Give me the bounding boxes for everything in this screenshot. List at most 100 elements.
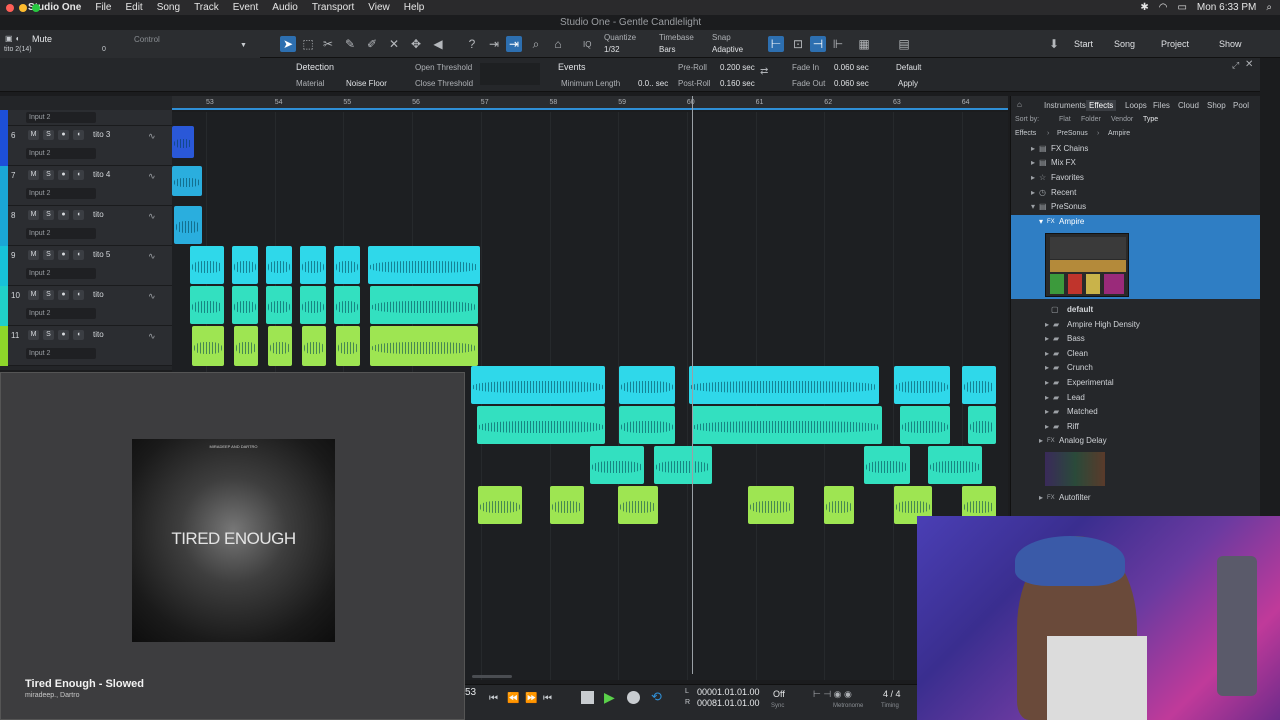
snap-cursor-icon[interactable]: ⊣ (810, 36, 826, 52)
metronome-icons[interactable]: ⊢ ⊣ ◉ ◉ (813, 689, 852, 700)
solo-button[interactable]: S (43, 170, 54, 180)
track-input[interactable]: Input 2 (26, 308, 96, 319)
audio-event[interactable] (692, 406, 882, 444)
track-input[interactable]: Input 2 (26, 188, 96, 199)
audio-event[interactable] (234, 326, 258, 366)
fast-forward-icon[interactable]: ⏩ (525, 693, 537, 704)
iq-label[interactable]: IQ (583, 40, 591, 49)
waveform-icon[interactable]: ∿ (148, 171, 156, 182)
sync-value[interactable]: Off (773, 689, 785, 699)
menu-transport[interactable]: Transport (312, 2, 354, 13)
menu-audio[interactable]: Audio (272, 2, 298, 13)
preset-folder-experimental[interactable]: ▸ ▰ Experimental (1011, 376, 1261, 390)
solo-button[interactable]: S (43, 130, 54, 140)
track-input[interactable]: Input 2 (26, 112, 96, 123)
fade-out-field[interactable]: 0.060 sec (834, 79, 869, 88)
minimize-window-icon[interactable] (19, 4, 27, 12)
mute-button[interactable]: M (28, 250, 39, 260)
pre-roll-field[interactable]: 0.200 sec (720, 63, 755, 72)
preset-folder-ampire-high-density[interactable]: ▸ ▰ Ampire High Density (1011, 318, 1261, 332)
track-name[interactable]: tito (93, 210, 104, 219)
browser-item-recent[interactable]: ▸ ◷ Recent (1011, 186, 1261, 200)
audio-event[interactable] (192, 326, 224, 366)
stop-icon[interactable] (581, 691, 594, 704)
solo-button[interactable]: S (43, 290, 54, 300)
audio-event[interactable] (174, 206, 202, 244)
track-header[interactable]: 11 M S ● ◖ tito ∿ Input 2 (0, 326, 172, 366)
solo-button[interactable]: S (43, 330, 54, 340)
browser-item-ampire[interactable]: ▾ FX Ampire (1011, 215, 1261, 299)
audio-event[interactable] (172, 166, 202, 196)
audio-event[interactable] (334, 246, 360, 284)
snap-grid-icon[interactable]: ⊢ (768, 36, 784, 52)
quantize-select[interactable]: 1/32 (604, 45, 620, 54)
listen-tool-icon[interactable]: ◀ (430, 36, 446, 52)
loop-start-time[interactable]: 00001.01.01.00 (697, 687, 760, 697)
loop-end-time[interactable]: 00081.01.01.00 (697, 698, 760, 708)
tab-loops[interactable]: Loops (1122, 100, 1150, 111)
tab-effects[interactable]: Effects (1086, 100, 1117, 111)
audio-event[interactable] (302, 326, 326, 366)
audio-event[interactable] (370, 326, 478, 366)
menu-help[interactable]: Help (404, 2, 425, 13)
zoom-icon[interactable]: ⌕ (528, 36, 544, 52)
audio-event[interactable] (334, 286, 360, 324)
battery-icon[interactable]: ▭ (1177, 2, 1186, 13)
pointer-icon[interactable]: ⌂ (550, 36, 566, 52)
audio-event[interactable] (300, 286, 326, 324)
search-icon[interactable]: ⌕ (1266, 2, 1272, 13)
track-header[interactable]: 9 M S ● ◖ tito 5 ∿ Input 2 (0, 246, 172, 286)
track-input[interactable]: Input 2 (26, 228, 96, 239)
save-icon[interactable]: ▤ (896, 36, 912, 52)
material-select[interactable]: Noise Floor (346, 79, 387, 88)
song-button[interactable]: Song (1114, 39, 1135, 49)
audio-event[interactable] (550, 486, 584, 524)
apply-button[interactable]: Apply (898, 79, 918, 88)
track-header[interactable]: 10 M S ● ◖ tito ∿ Input 2 (0, 286, 172, 326)
audio-event[interactable] (471, 366, 605, 404)
audio-event[interactable] (266, 246, 292, 284)
preset-select[interactable]: Default (896, 63, 921, 72)
time-signature[interactable]: 4 / 4 (883, 689, 901, 699)
monitor-icon[interactable]: ◖ (73, 130, 84, 140)
timeline-ruler[interactable]: 53 54 55 56 57 58 59 60 61 62 63 64 (172, 96, 1008, 110)
monitor-icon[interactable]: ◖ (73, 210, 84, 220)
pencil-tool-icon[interactable]: ✎ (342, 36, 358, 52)
monitor-icon[interactable]: ◖ (73, 250, 84, 260)
track-header[interactable]: 7 M S ● ◖ tito 4 ∿ Input 2 (0, 166, 172, 206)
sort-folder[interactable]: Folder (1081, 116, 1101, 123)
tab-instruments[interactable]: Instruments (1041, 100, 1089, 111)
bluetooth-icon[interactable]: ✱ (1140, 2, 1148, 13)
record-arm-icon[interactable]: ● (58, 250, 69, 260)
loop-back-icon[interactable]: ⏮ (489, 693, 498, 704)
tab-cloud[interactable]: Cloud (1175, 100, 1202, 111)
audio-event[interactable] (478, 486, 522, 524)
audio-event[interactable] (900, 406, 950, 444)
chevron-down-icon[interactable]: ▼ (240, 42, 247, 49)
audio-event[interactable] (336, 326, 360, 366)
preset-folder-clean[interactable]: ▸ ▰ Clean (1011, 347, 1261, 361)
audio-event[interactable] (619, 406, 675, 444)
waveform-icon[interactable]: ∿ (148, 251, 156, 262)
breadcrumb-presonus[interactable]: PreSonus (1057, 130, 1088, 137)
menu-edit[interactable]: Edit (125, 2, 142, 13)
audio-event[interactable] (268, 326, 292, 366)
menu-event[interactable]: Event (233, 2, 259, 13)
preset-folder-lead[interactable]: ▸ ▰ Lead (1011, 391, 1261, 405)
wifi-icon[interactable]: ◠ (1159, 2, 1168, 13)
sort-type[interactable]: Type (1143, 116, 1158, 123)
audio-event[interactable] (824, 486, 854, 524)
preset-default[interactable]: ▢ default (1011, 303, 1261, 317)
clock[interactable]: Mon 6:33 PM (1197, 2, 1256, 13)
audio-event[interactable] (368, 246, 480, 284)
track-header[interactable]: 6 M S ● ◖ tito 3 ∿ Input 2 (0, 126, 172, 166)
bend-tool-icon[interactable]: ✥ (408, 36, 424, 52)
loop-icon[interactable]: ⟲ (651, 689, 662, 705)
play-icon[interactable]: ▶ (604, 689, 615, 706)
expand-icon[interactable]: ⤢ (1232, 60, 1239, 71)
record-icon[interactable] (627, 691, 640, 704)
audio-event[interactable] (590, 446, 644, 484)
audio-event[interactable] (619, 366, 675, 404)
browser-item-autofilter[interactable]: ▸ FX Autofilter (1011, 491, 1261, 505)
rewind-icon[interactable]: ⏪ (507, 693, 519, 704)
